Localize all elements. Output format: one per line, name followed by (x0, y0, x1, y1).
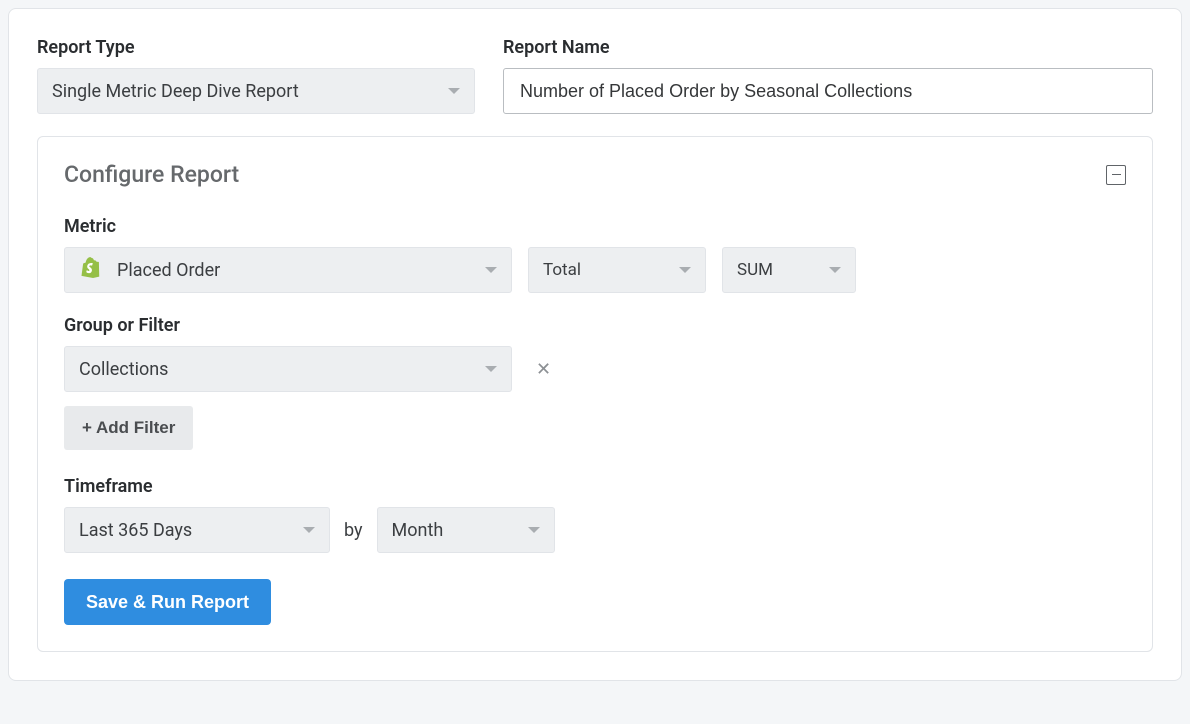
minus-icon (1112, 174, 1121, 176)
chevron-down-icon (528, 527, 540, 533)
group-filter-label: Group or Filter (64, 315, 1126, 336)
shopify-icon (79, 257, 103, 283)
aggregation-sum-value: SUM (737, 260, 773, 280)
configure-report-panel: Configure Report Metric Placed Order (37, 136, 1153, 652)
group-filter-select[interactable]: Collections (64, 346, 512, 392)
configure-header: Configure Report (64, 161, 1126, 188)
interval-select[interactable]: Month (377, 507, 555, 553)
report-type-value: Single Metric Deep Dive Report (52, 81, 299, 102)
metric-row: Placed Order Total SUM (64, 247, 1126, 293)
metric-label: Metric (64, 216, 1126, 237)
add-filter-button[interactable]: + Add Filter (64, 406, 193, 450)
interval-value: Month (392, 520, 444, 541)
top-row: Report Type Single Metric Deep Dive Repo… (37, 37, 1153, 114)
report-type-label: Report Type (37, 37, 475, 58)
report-config-card: Report Type Single Metric Deep Dive Repo… (8, 8, 1182, 681)
aggregation-total-select[interactable]: Total (528, 247, 706, 293)
chevron-down-icon (829, 267, 841, 273)
chevron-down-icon (448, 88, 460, 94)
collapse-toggle[interactable] (1106, 165, 1126, 185)
report-type-select[interactable]: Single Metric Deep Dive Report (37, 68, 475, 114)
timeframe-row: Last 365 Days by Month (64, 507, 1126, 553)
chevron-down-icon (303, 527, 315, 533)
group-filter-row: Collections ✕ (64, 346, 1126, 392)
aggregation-sum-select[interactable]: SUM (722, 247, 856, 293)
save-run-button[interactable]: Save & Run Report (64, 579, 271, 625)
chevron-down-icon (485, 366, 497, 372)
metric-select[interactable]: Placed Order (64, 247, 512, 293)
configure-title: Configure Report (64, 161, 239, 188)
timeframe-label: Timeframe (64, 476, 1126, 497)
timeframe-select[interactable]: Last 365 Days (64, 507, 330, 553)
chevron-down-icon (679, 267, 691, 273)
report-name-label: Report Name (503, 37, 1153, 58)
chevron-down-icon (485, 267, 497, 273)
aggregation-total-value: Total (543, 260, 581, 280)
timeframe-value: Last 365 Days (79, 520, 192, 541)
remove-filter-icon[interactable]: ✕ (528, 359, 559, 380)
metric-value: Placed Order (117, 260, 220, 281)
by-text: by (344, 520, 363, 541)
report-name-group: Report Name (503, 37, 1153, 114)
report-type-group: Report Type Single Metric Deep Dive Repo… (37, 37, 475, 114)
metric-left: Placed Order (79, 257, 220, 283)
group-filter-value: Collections (79, 359, 168, 380)
report-name-input[interactable] (503, 68, 1153, 114)
